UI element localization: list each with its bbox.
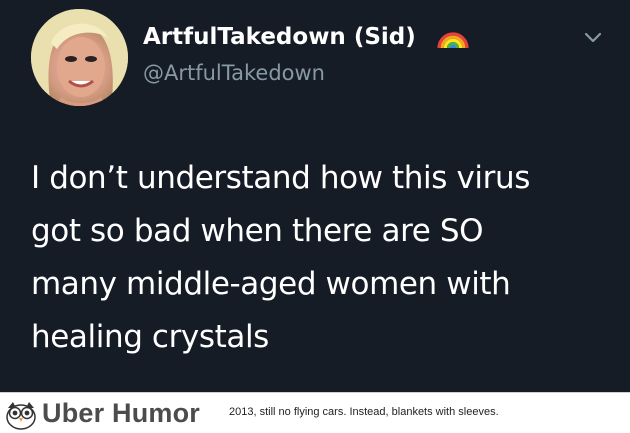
chevron-down-icon[interactable] bbox=[582, 28, 604, 48]
footer-caption: 2013, still no flying cars. Instead, bla… bbox=[229, 406, 499, 418]
avatar[interactable] bbox=[31, 9, 128, 106]
owl-logo-icon bbox=[6, 402, 36, 430]
avatar-image bbox=[31, 9, 128, 106]
tweet-text-line: I don’t understand how this virus bbox=[31, 160, 530, 196]
tweet-text-line: healing crystals bbox=[31, 319, 269, 355]
tweet-text-line: many middle-aged women with bbox=[31, 266, 511, 302]
user-handle[interactable]: @ArtfulTakedown bbox=[143, 58, 325, 88]
rainbow-emoji-icon bbox=[437, 32, 469, 49]
footer-watermark-bar: Uber Humor 2013, still no flying cars. I… bbox=[0, 392, 630, 433]
footer-brand: Uber Humor bbox=[42, 398, 201, 428]
tweet-text: I don’t understand how this virus got so… bbox=[31, 152, 616, 364]
tweet-card: ArtfulTakedown (Sid) @ArtfulTakedown I d… bbox=[0, 0, 630, 392]
display-name[interactable]: ArtfulTakedown (Sid) bbox=[143, 22, 416, 52]
tweet-text-line: got so bad when there are SO bbox=[31, 213, 484, 249]
